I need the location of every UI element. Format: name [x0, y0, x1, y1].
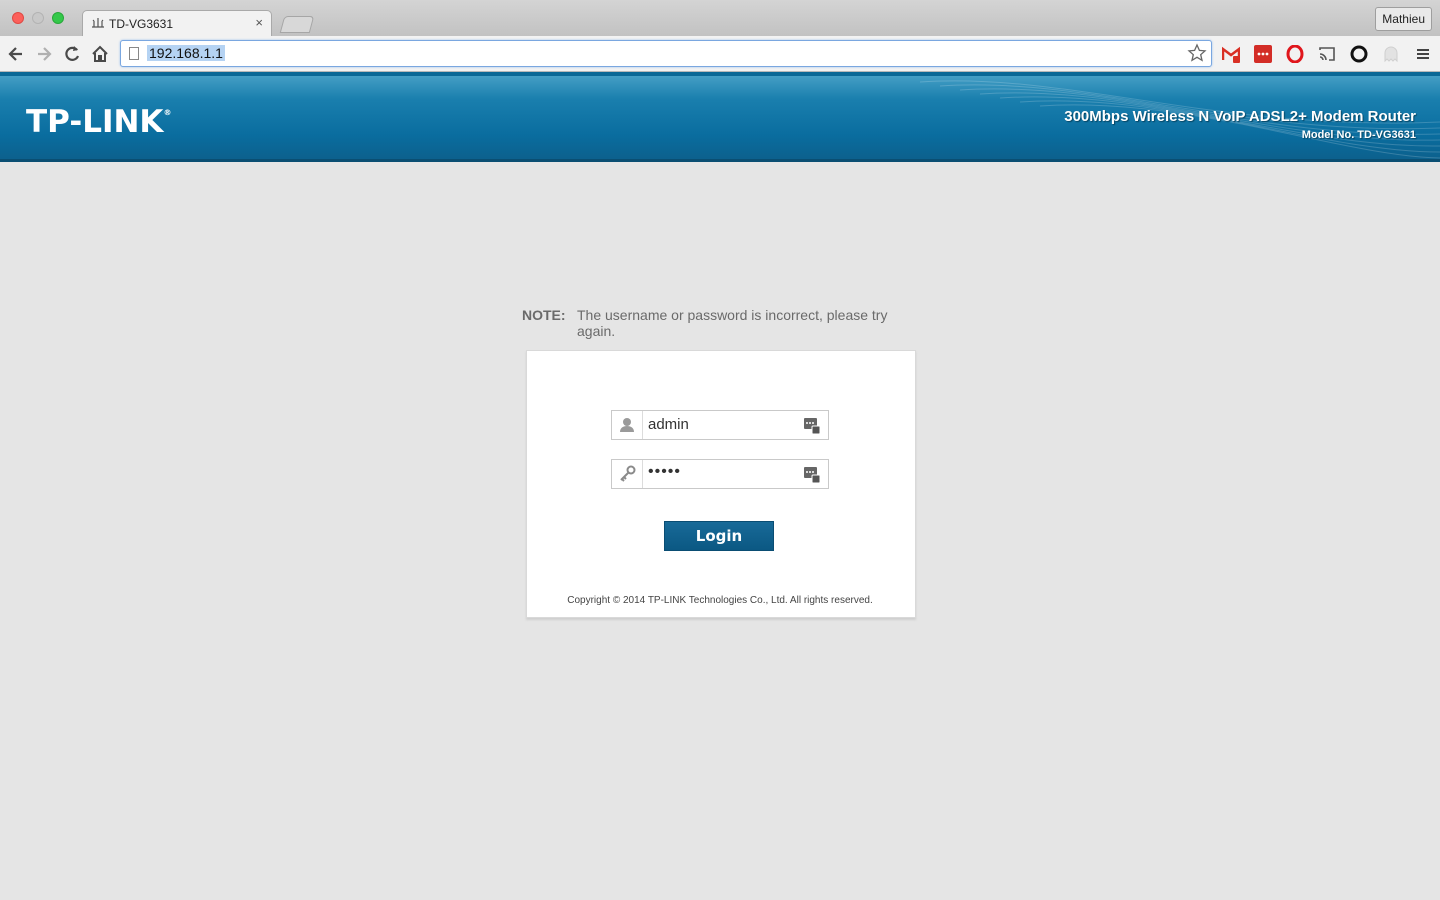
product-name: 300Mbps Wireless N VoIP ADSL2+ Modem Rou…	[1064, 108, 1416, 125]
password-manager-icon[interactable]	[804, 465, 820, 483]
window-close-button[interactable]	[12, 12, 24, 24]
password-value[interactable]: •••••	[648, 463, 681, 481]
address-bar[interactable]: 192.168.1.1	[120, 40, 1212, 67]
tab-close-icon[interactable]: ×	[255, 15, 263, 30]
page-icon	[129, 47, 139, 60]
new-tab-button[interactable]	[279, 16, 315, 33]
logo-registered-mark: ®	[163, 108, 172, 117]
tab-title: TD-VG3631	[109, 17, 174, 31]
menu-icon[interactable]	[1414, 45, 1432, 63]
back-icon[interactable]	[6, 44, 26, 64]
password-manager-icon[interactable]	[804, 416, 820, 434]
copyright-text: Copyright © 2014 TP-LINK Technologies Co…	[567, 595, 873, 606]
address-bar-url[interactable]: 192.168.1.1	[147, 45, 225, 61]
password-icon-box	[612, 460, 643, 488]
browser-tab[interactable]: TD-VG3631 ×	[82, 10, 272, 36]
ghost-icon[interactable]	[1382, 45, 1400, 63]
password-field[interactable]: •••••	[611, 459, 829, 489]
user-icon	[620, 418, 634, 432]
opera-icon[interactable]	[1286, 45, 1304, 63]
router-header-banner: TP-LINK® 300Mbps Wireless N VoIP ADSL2+ …	[0, 72, 1440, 162]
username-field[interactable]: admin	[611, 410, 829, 440]
forward-icon[interactable]	[34, 44, 54, 64]
banner-bottom-line	[0, 159, 1440, 162]
lastpass-icon[interactable]	[1254, 45, 1272, 63]
logo-text: TP-LINK	[26, 104, 164, 140]
window-maximize-button[interactable]	[52, 12, 64, 24]
note-label: NOTE:	[522, 307, 566, 323]
tp-link-logo: TP-LINK®	[26, 104, 171, 140]
username-icon-box	[612, 411, 643, 439]
error-note-text: The username or password is incorrect, p…	[577, 307, 888, 339]
gmail-icon[interactable]	[1222, 45, 1240, 63]
window-titlebar: TD-VG3631 × Mathieu	[0, 0, 1440, 36]
model-number: Model No. TD-VG3631	[1301, 129, 1416, 141]
home-icon[interactable]	[90, 44, 110, 64]
cast-icon[interactable]	[1318, 45, 1336, 63]
reload-icon[interactable]	[62, 44, 82, 64]
profile-button[interactable]: Mathieu	[1375, 7, 1432, 31]
browser-toolbar: 192.168.1.1	[0, 36, 1440, 72]
router-favicon-icon	[92, 18, 104, 28]
window-minimize-button[interactable]	[32, 12, 44, 24]
circle-icon[interactable]	[1350, 45, 1368, 63]
login-button[interactable]: Login	[664, 521, 774, 551]
key-icon	[620, 465, 636, 482]
username-value[interactable]: admin	[648, 416, 689, 433]
bookmark-star-icon[interactable]	[1187, 43, 1207, 63]
